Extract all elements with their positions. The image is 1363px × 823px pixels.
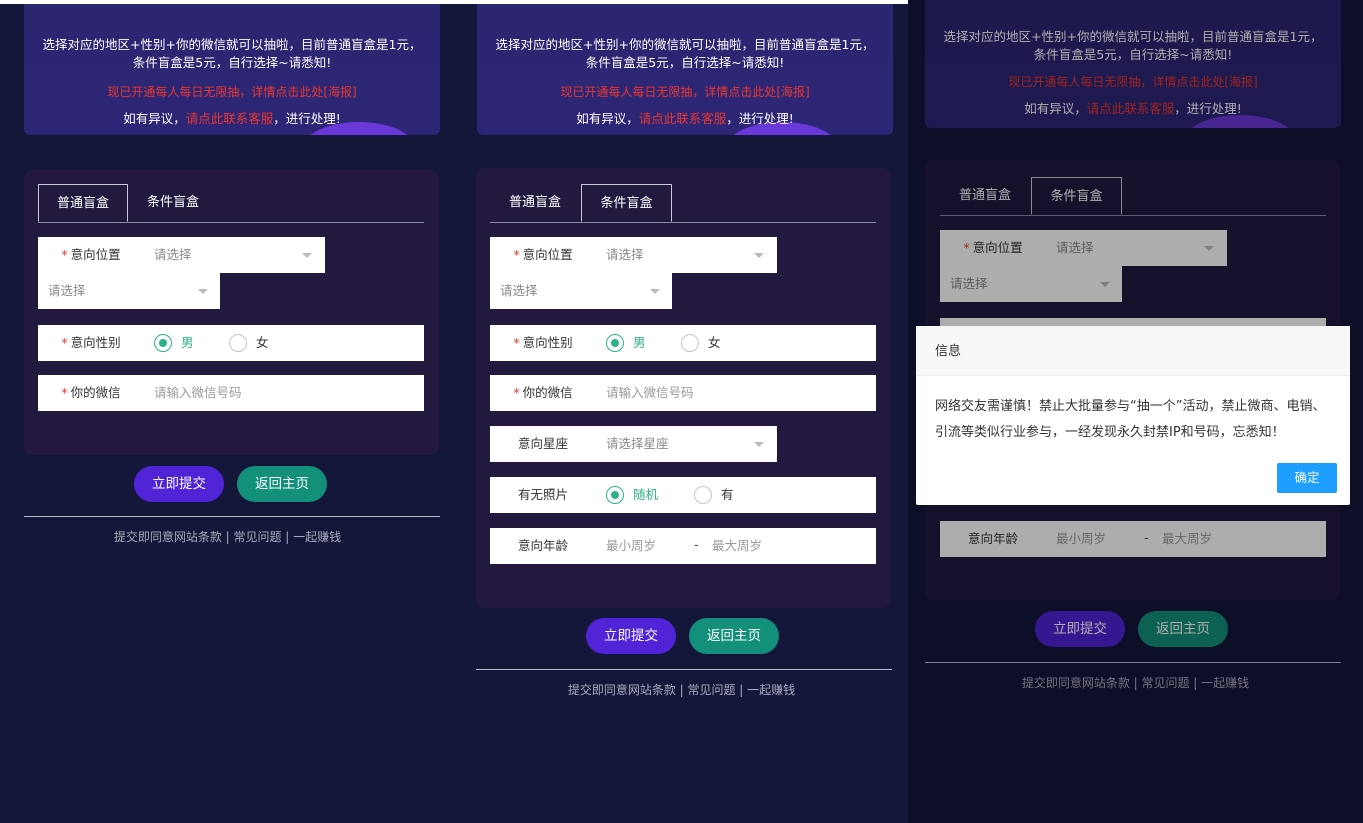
wechat-row: * 你的微信 请输入微信号码 [38,375,424,411]
submit-button[interactable]: 立即提交 [134,466,224,502]
location-label: * 意向位置 [61,247,121,262]
location-row: * 意向位置 请选择 [38,237,325,273]
photo-random-label[interactable]: 随机 [633,477,658,513]
sub-location-select[interactable]: 请选择 [38,273,220,309]
location-select[interactable]: 请选择 [144,237,324,273]
submit-button[interactable]: 立即提交 [586,618,676,654]
tab-conditional-box[interactable]: 条件盲盒 [581,184,672,222]
notice-banner: 选择对应的地区+性别+你的微信就可以抽啦，目前普通盲盒是1元， 条件盲盒是5元，… [477,4,893,135]
gender-female-radio[interactable] [229,334,247,352]
zodiac-select[interactable]: 请选择星座 [596,426,776,462]
age-min-input[interactable]: 最小周岁 [596,528,686,564]
wechat-row: * 你的微信 请输入微信号码 [490,375,876,411]
age-row: 意向年龄 最小周岁 - 最大周岁 [490,528,876,564]
chevron-down-icon [754,442,764,447]
photo-yes-radio[interactable] [694,486,712,504]
age-max-input[interactable]: 最大周岁 [702,528,800,564]
contact-suffix: ，进行处理! [726,111,794,126]
banner-contact: 如有异议，请点此联系客服，进行处理! [477,108,893,127]
sub-location-select[interactable]: 请选择 [490,273,672,309]
banner-contact: 如有异议，请点此联系客服，进行处理! [24,108,440,127]
gender-male-label[interactable]: 男 [181,325,194,361]
notice-banner: 选择对应的地区+性别+你的微信就可以抽啦，目前普通盲盒是1元， 条件盲盒是5元，… [24,4,440,135]
wechat-input[interactable]: 请输入微信号码 [144,375,424,411]
wechat-input[interactable]: 请输入微信号码 [596,375,876,411]
banner-promo-link[interactable]: 现已开通每人每日无限抽，详情点击此处[海报] [477,83,893,100]
box-tabs: 普通盲盒 条件盲盒 [490,184,876,223]
home-button[interactable]: 返回主页 [689,618,779,654]
location-row: * 意向位置 请选择 [490,237,777,273]
photo-yes-label[interactable]: 有 [721,477,734,513]
photo-random-radio[interactable] [606,486,624,504]
chevron-down-icon [198,289,208,294]
dialog-message: 网络交友需谨慎！禁止大批量参与“抽一个”活动，禁止微商、电销、引流等类似行业参与… [935,399,1326,440]
home-button[interactable]: 返回主页 [237,466,327,502]
age-separator: - [694,538,699,553]
contact-prefix: 如有异议， [576,111,639,126]
photo-row: 有无照片 随机 有 [490,477,876,513]
gender-female-label[interactable]: 女 [256,325,269,361]
gender-label: * 意向性别 [61,335,121,350]
chevron-down-icon [302,253,312,258]
photo-label: 有无照片 [517,487,568,502]
gender-female-label[interactable]: 女 [708,325,721,361]
tab-normal-box[interactable]: 普通盲盒 [490,184,580,222]
footer-links[interactable]: 提交即同意网站条款 | 常见问题 | 一起赚钱 [455,681,908,698]
footer-links[interactable]: 提交即同意网站条款 | 常见问题 | 一起赚钱 [0,528,455,545]
banner-promo-link[interactable]: 现已开通每人每日无限抽，详情点击此处[海报] [24,83,440,100]
chevron-down-icon [650,289,660,294]
box-tabs: 普通盲盒 条件盲盒 [38,184,424,223]
tab-normal-box[interactable]: 普通盲盒 [38,184,128,222]
zodiac-row: 意向星座 请选择星座 [490,426,777,462]
gender-female-radio[interactable] [681,334,699,352]
gender-male-radio[interactable] [154,334,172,352]
screen-dialog: 选择对应的地区+性别+你的微信就可以抽啦，目前普通盲盒是1元， 条件盲盒是5元，… [908,0,1363,823]
gender-male-label[interactable]: 男 [633,325,646,361]
screen-conditional-box: 选择对应的地区+性别+你的微信就可以抽啦，目前普通盲盒是1元， 条件盲盒是5元，… [455,0,908,823]
location-select[interactable]: 请选择 [596,237,776,273]
wechat-label: * 你的微信 [513,385,573,400]
banner-line-2: 条件盲盒是5元，自行选择~请悉知! [585,55,785,70]
gender-male-radio[interactable] [606,334,624,352]
banner-text: 选择对应的地区+性别+你的微信就可以抽啦，目前普通盲盒是1元， 条件盲盒是5元，… [485,36,885,72]
age-label: 意向年龄 [517,538,568,553]
location-label: * 意向位置 [513,247,573,262]
gender-label: * 意向性别 [513,335,573,350]
contact-support-link[interactable]: 请点此联系客服 [186,111,274,126]
banner-text: 选择对应的地区+性别+你的微信就可以抽啦，目前普通盲盒是1元， 条件盲盒是5元，… [32,36,432,72]
info-dialog: 信息 网络交友需谨慎！禁止大批量参与“抽一个”活动，禁止微商、电销、引流等类似行… [916,326,1350,505]
contact-support-link[interactable]: 请点此联系客服 [639,111,727,126]
gender-row: * 意向性别 男 女 [38,325,424,361]
banner-line-1: 选择对应的地区+性别+你的微信就可以抽啦，目前普通盲盒是1元， [42,37,422,52]
zodiac-label: 意向星座 [517,436,568,451]
banner-line-1: 选择对应的地区+性别+你的微信就可以抽啦，目前普通盲盒是1元， [495,37,875,52]
wechat-label: * 你的微信 [61,385,121,400]
divider [24,516,440,517]
banner-line-2: 条件盲盒是5元，自行选择~请悉知! [132,55,332,70]
tab-conditional-box[interactable]: 条件盲盒 [128,184,218,222]
gender-row: * 意向性别 男 女 [490,325,876,361]
contact-prefix: 如有异议， [123,111,186,126]
dialog-confirm-button[interactable]: 确定 [1277,463,1337,493]
screen-normal-box: 选择对应的地区+性别+你的微信就可以抽啦，目前普通盲盒是1元， 条件盲盒是5元，… [0,0,455,823]
dialog-title: 信息 [916,326,1350,376]
chevron-down-icon [754,253,764,258]
divider [476,669,892,670]
contact-suffix: ，进行处理! [273,111,341,126]
